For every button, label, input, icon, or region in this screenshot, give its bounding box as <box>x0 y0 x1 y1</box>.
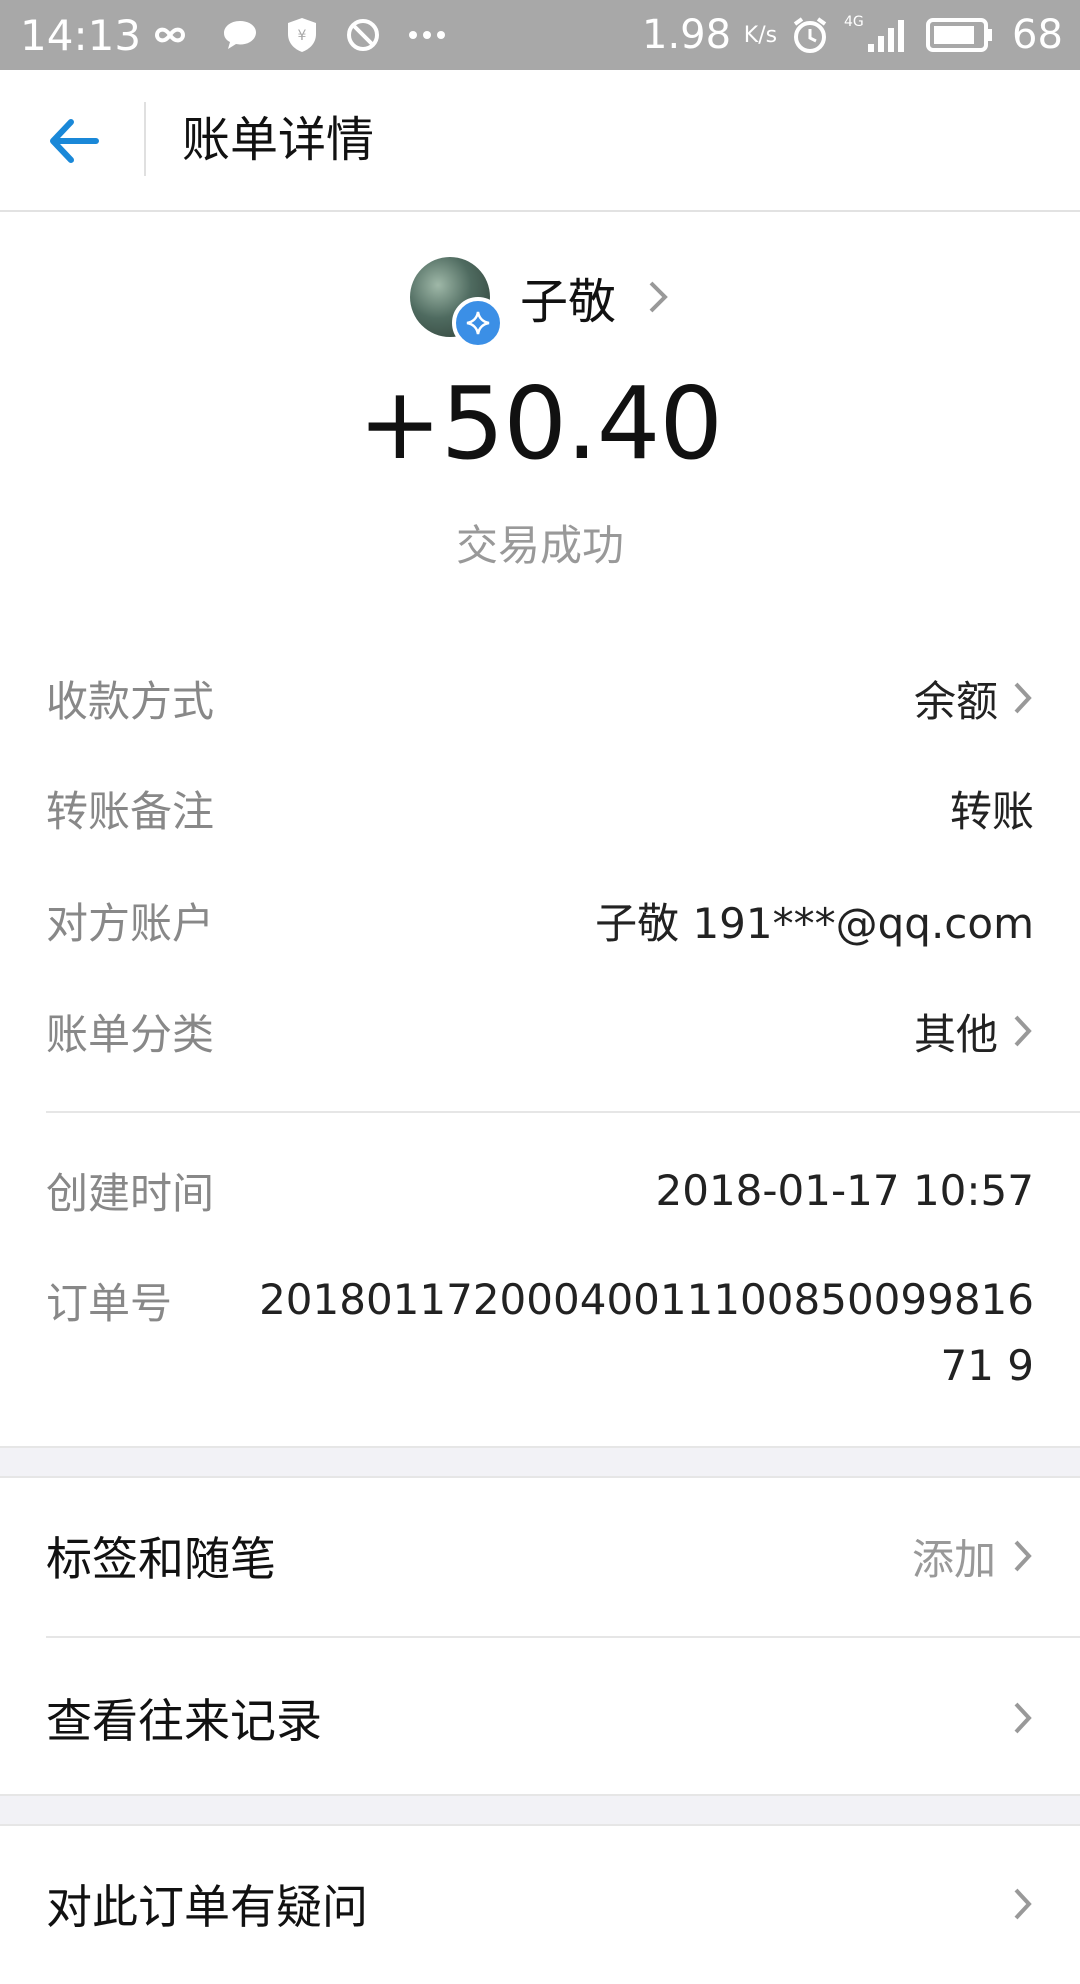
battery-level: 68 <box>1012 12 1063 58</box>
avatar-wrapper <box>409 257 504 349</box>
chat-bubble-icon <box>224 21 256 49</box>
detail-label: 创建时间 <box>46 1168 215 1218</box>
detail-value-text: 其他 <box>913 1009 998 1059</box>
network-speed-value: 1.98 <box>642 12 732 58</box>
action-row-tags-notes[interactable]: 标签和随笔 添加 <box>46 1476 1034 1636</box>
battery-icon <box>925 18 992 52</box>
alarm-icon <box>793 17 827 53</box>
payer-name: 子敬 <box>519 274 616 330</box>
action-label: 查看往来记录 <box>46 1694 322 1748</box>
detail-value-text: 子敬 191***@qq.com <box>595 898 1034 948</box>
network-speed: 1.98 K/s <box>642 0 777 70</box>
status-bar: 14:13 ¥ 1.98 K/s 4G 68 <box>0 0 1080 70</box>
status-time: 14:13 <box>20 10 142 60</box>
page-title: 账单详情 <box>182 112 375 168</box>
detail-row-remark: 转账备注 转账 <box>46 753 1034 863</box>
action-right <box>1012 1699 1034 1737</box>
detail-value: 子敬 191***@qq.com <box>595 890 1034 951</box>
status-left-icons: ¥ <box>145 0 447 70</box>
block-icon <box>347 19 379 51</box>
action-label: 标签和随笔 <box>46 1532 276 1586</box>
action-right <box>1012 1885 1034 1923</box>
detail-label: 收款方式 <box>46 676 215 726</box>
transaction-status: 交易成功 <box>455 521 624 570</box>
back-button[interactable] <box>40 108 106 174</box>
detail-row-created-time: 创建时间 2018-01-17 10:57 <box>46 1135 1034 1245</box>
transaction-amount: +50.40 <box>357 365 723 482</box>
chevron-right-icon <box>1014 1540 1032 1572</box>
detail-row-category[interactable]: 账单分类 其他 <box>46 976 1034 1086</box>
detail-row-counterparty: 对方账户 子敬 191***@qq.com <box>46 865 1034 975</box>
section-gap <box>0 1794 1080 1826</box>
action-right: 添加 <box>912 1526 1034 1587</box>
title-bar: 账单详情 <box>0 70 1080 212</box>
order-number: 2018011720004001110085009981671 9 <box>259 1275 1034 1390</box>
detail-value: 余额 <box>914 668 1034 729</box>
chevron-right-icon <box>1014 682 1032 714</box>
chevron-right-icon <box>1014 1015 1032 1047</box>
detail-value-text: 余额 <box>913 676 998 726</box>
signal-type: 4G <box>844 14 864 30</box>
detail-row-payment-method[interactable]: 收款方式 余额 <box>46 643 1034 753</box>
shield-yen-icon: ¥ <box>288 18 316 52</box>
payer-header[interactable]: 子敬 <box>0 252 1080 349</box>
status-right-icons: 4G <box>790 0 994 70</box>
svg-text:¥: ¥ <box>298 28 307 44</box>
sparkle-icon <box>466 311 490 335</box>
detail-label: 对方账户 <box>46 898 215 948</box>
detail-label: 账单分类 <box>46 1009 215 1059</box>
action-label: 对此订单有疑问 <box>46 1880 368 1934</box>
detail-value: 其他 <box>914 1001 1034 1062</box>
section-divider <box>46 1111 1080 1113</box>
more-dots-icon <box>409 31 445 39</box>
network-speed-unit: K/s <box>743 22 778 48</box>
section-gap <box>0 1446 1080 1478</box>
detail-value: 2018-01-17 10:57 <box>655 1165 1034 1215</box>
arrow-left-icon <box>50 119 99 163</box>
detail-label: 转账备注 <box>46 786 215 836</box>
action-row-order-question[interactable]: 对此订单有疑问 <box>46 1824 1034 1984</box>
detail-value: 转账 <box>950 778 1034 839</box>
infinity-icon <box>154 27 186 43</box>
action-row-history[interactable]: 查看往来记录 <box>46 1638 1034 1798</box>
chevron-right-icon <box>1014 1888 1032 1920</box>
verified-badge-icon <box>451 297 504 349</box>
action-hint: 添加 <box>911 1534 996 1584</box>
chevron-right-icon <box>1014 1702 1032 1734</box>
signal-icon <box>867 20 904 52</box>
chevron-right-icon <box>649 281 668 313</box>
detail-label: 订单号 <box>46 1278 173 1328</box>
detail-value-text: 转账 <box>949 786 1034 836</box>
title-divider <box>144 102 146 176</box>
